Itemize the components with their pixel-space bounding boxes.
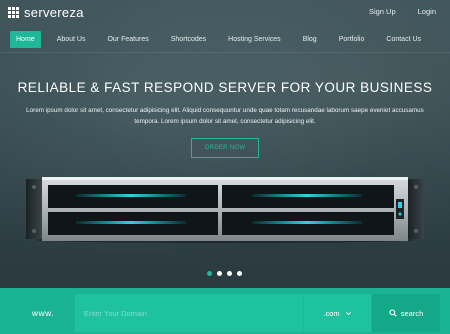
hero-subtext: Lorem ipsum dolor sit amet, consectetur … bbox=[26, 107, 424, 125]
grid-icon bbox=[8, 6, 20, 19]
account-links: Sign Up Login bbox=[369, 7, 436, 16]
tld-value: .com bbox=[323, 308, 340, 318]
carousel-dot[interactable] bbox=[237, 271, 242, 276]
carousel-dot[interactable] bbox=[217, 271, 222, 276]
server-rack-image bbox=[26, 177, 424, 243]
login-link[interactable]: Login bbox=[418, 7, 436, 16]
search-label: search bbox=[400, 308, 424, 318]
nav-item-blog[interactable]: Blog bbox=[297, 31, 323, 48]
nav-divider bbox=[0, 52, 450, 53]
carousel-dots bbox=[207, 271, 242, 276]
main-nav: Home About Us Our Features Shortcodes Ho… bbox=[10, 31, 437, 48]
nav-item-home[interactable]: Home bbox=[10, 31, 41, 48]
hero-headline: RELIABLE & FAST RESPOND SERVER FOR YOUR … bbox=[17, 80, 433, 95]
carousel-dot[interactable] bbox=[207, 271, 212, 276]
logo[interactable]: servereza bbox=[8, 5, 84, 20]
top-bar: servereza Sign Up Login bbox=[0, 0, 450, 24]
domain-input[interactable] bbox=[75, 294, 303, 332]
signup-link[interactable]: Sign Up bbox=[369, 7, 396, 16]
domain-search-bar: www. .com search bbox=[0, 288, 450, 334]
search-button[interactable]: search bbox=[372, 294, 440, 332]
nav-item-our-features[interactable]: Our Features bbox=[101, 31, 154, 48]
nav-item-shortcodes[interactable]: Shortcodes bbox=[165, 31, 212, 48]
tld-select[interactable]: .com bbox=[303, 294, 371, 332]
order-now-button[interactable]: ORDER NOW bbox=[191, 138, 259, 158]
nav-item-contact-us[interactable]: Contact Us bbox=[380, 31, 427, 48]
nav-item-about-us[interactable]: About Us bbox=[51, 31, 92, 48]
nav-item-portfolio[interactable]: Portfolio bbox=[333, 31, 371, 48]
brand-name: servereza bbox=[24, 5, 84, 20]
carousel-dot[interactable] bbox=[227, 271, 232, 276]
chevron-down-icon bbox=[345, 311, 351, 315]
nav-item-hosting-services[interactable]: Hosting Services bbox=[222, 31, 287, 48]
domain-prefix: www. bbox=[31, 308, 55, 318]
search-icon bbox=[389, 309, 397, 317]
